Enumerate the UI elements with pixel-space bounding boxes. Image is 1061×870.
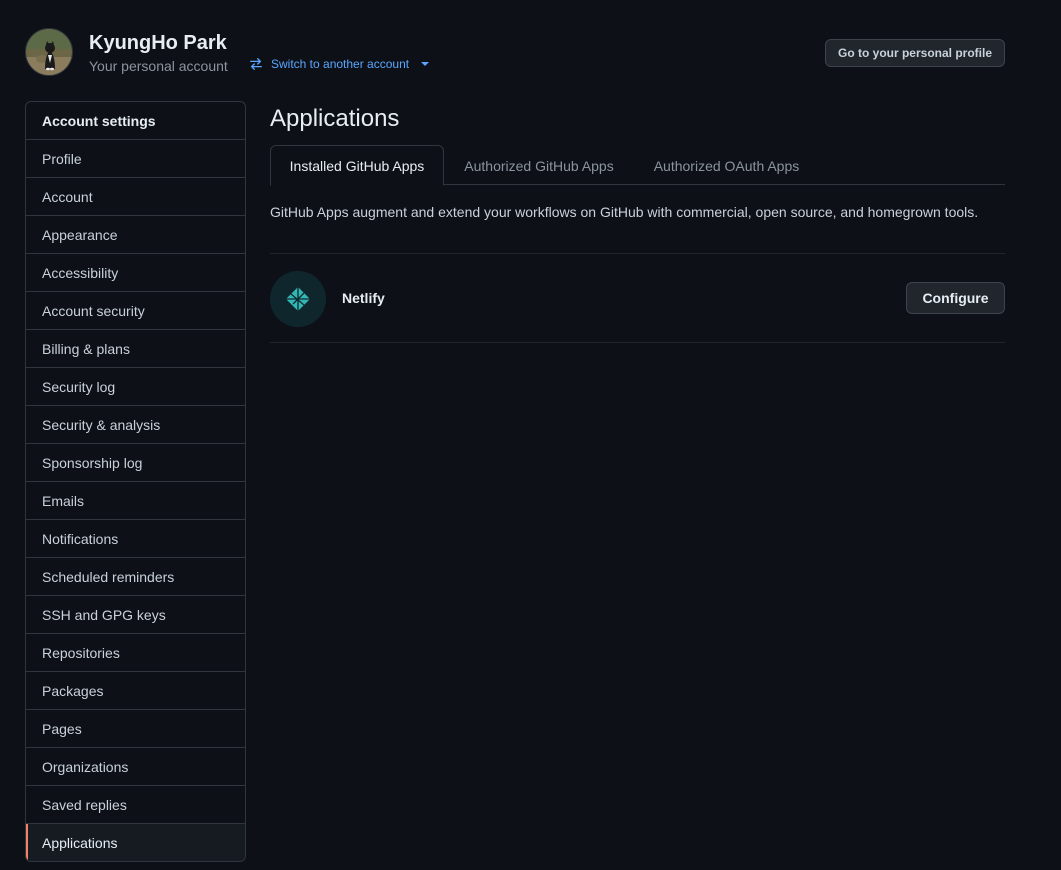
avatar[interactable]	[25, 28, 73, 76]
sidebar-item-scheduled-reminders[interactable]: Scheduled reminders	[26, 558, 245, 596]
tab-bar: Installed GitHub Apps Authorized GitHub …	[270, 145, 1005, 186]
tab-installed-github-apps[interactable]: Installed GitHub Apps	[270, 145, 444, 186]
sidebar-item-applications[interactable]: Applications	[26, 824, 245, 861]
sidebar-heading: Account settings	[26, 102, 245, 140]
sidebar-item-ssh-gpg-keys[interactable]: SSH and GPG keys	[26, 596, 245, 634]
caret-down-icon	[421, 62, 430, 66]
sidebar-item-notifications[interactable]: Notifications	[26, 520, 245, 558]
divider	[270, 342, 1005, 343]
sidebar-item-account-security[interactable]: Account security	[26, 292, 245, 330]
tab-authorized-oauth-apps[interactable]: Authorized OAuth Apps	[634, 145, 819, 186]
divider	[270, 253, 1005, 254]
settings-header: KyungHo Park Your personal account Switc…	[25, 28, 1005, 78]
sidebar-item-profile[interactable]: Profile	[26, 140, 245, 178]
page-title: Applications	[270, 105, 400, 132]
settings-sidebar: Account settings Profile Account Appeara…	[25, 101, 246, 862]
tab-authorized-github-apps[interactable]: Authorized GitHub Apps	[444, 145, 634, 186]
sidebar-item-accessibility[interactable]: Accessibility	[26, 254, 245, 292]
sidebar-item-account[interactable]: Account	[26, 178, 245, 216]
netlify-icon	[270, 271, 326, 327]
sidebar-item-security-analysis[interactable]: Security & analysis	[26, 406, 245, 444]
sidebar-item-repositories[interactable]: Repositories	[26, 634, 245, 672]
sidebar-item-sponsorship-log[interactable]: Sponsorship log	[26, 444, 245, 482]
sidebar-item-pages[interactable]: Pages	[26, 710, 245, 748]
sidebar-item-security-log[interactable]: Security log	[26, 368, 245, 406]
configure-button[interactable]: Configure	[906, 282, 1005, 314]
sidebar-item-emails[interactable]: Emails	[26, 482, 245, 520]
switch-account-button[interactable]: Switch to another account	[249, 57, 430, 71]
apps-description: GitHub Apps augment and extend your work…	[270, 204, 979, 220]
app-row: Netlify Configure	[270, 269, 1005, 329]
app-name: Netlify	[342, 290, 385, 306]
switch-account-label: Switch to another account	[271, 57, 410, 71]
sidebar-item-billing[interactable]: Billing & plans	[26, 330, 245, 368]
sidebar-item-appearance[interactable]: Appearance	[26, 216, 245, 254]
sidebar-item-organizations[interactable]: Organizations	[26, 748, 245, 786]
arrow-switch-icon	[249, 57, 263, 71]
sidebar-item-saved-replies[interactable]: Saved replies	[26, 786, 245, 824]
go-to-profile-button[interactable]: Go to your personal profile	[825, 39, 1005, 67]
account-type-label: Your personal account	[89, 58, 228, 74]
sidebar-item-packages[interactable]: Packages	[26, 672, 245, 710]
user-name: KyungHo Park	[89, 32, 227, 54]
